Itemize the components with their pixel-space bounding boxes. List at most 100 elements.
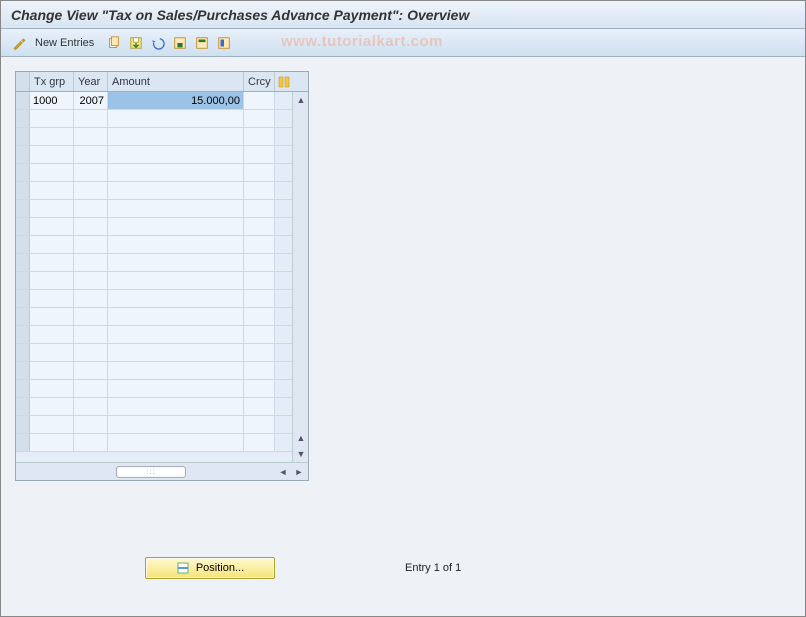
cell-crcy[interactable] (244, 92, 275, 109)
cell-year[interactable] (74, 146, 108, 163)
table-row[interactable] (16, 110, 292, 128)
row-selector[interactable] (16, 92, 30, 109)
cell-txgrp[interactable]: 1000 (30, 92, 74, 109)
cell-crcy[interactable] (244, 398, 275, 415)
cell-amount[interactable] (108, 110, 244, 127)
table-row[interactable] (16, 218, 292, 236)
cell-txgrp[interactable] (30, 326, 74, 343)
cell-txgrp[interactable] (30, 200, 74, 217)
table-row[interactable] (16, 398, 292, 416)
cell-txgrp[interactable] (30, 344, 74, 361)
cell-crcy[interactable] (244, 164, 275, 181)
cell-amount[interactable] (108, 398, 244, 415)
scroll-down-icon-upper[interactable]: ▲ (293, 430, 308, 446)
cell-crcy[interactable] (244, 326, 275, 343)
scroll-left-icon[interactable]: ◄ (276, 465, 290, 479)
cell-amount[interactable] (108, 362, 244, 379)
copy-icon[interactable] (104, 33, 124, 53)
cell-txgrp[interactable] (30, 308, 74, 325)
cell-crcy[interactable] (244, 308, 275, 325)
row-selector[interactable] (16, 218, 30, 235)
wand-icon[interactable] (9, 33, 29, 53)
header-selector[interactable] (16, 72, 30, 91)
table-row[interactable] (16, 344, 292, 362)
saveexit-icon[interactable] (126, 33, 146, 53)
row-selector[interactable] (16, 272, 30, 289)
cell-amount[interactable] (108, 128, 244, 145)
cell-crcy[interactable] (244, 272, 275, 289)
cell-amount[interactable] (108, 254, 244, 271)
row-selector[interactable] (16, 200, 30, 217)
cell-crcy[interactable] (244, 434, 275, 451)
cell-year[interactable] (74, 398, 108, 415)
col-header-year[interactable]: Year (74, 72, 108, 91)
cell-amount[interactable] (108, 218, 244, 235)
table-row[interactable] (16, 272, 292, 290)
row-selector[interactable] (16, 344, 30, 361)
table-row[interactable] (16, 290, 292, 308)
cell-amount[interactable] (108, 236, 244, 253)
cell-crcy[interactable] (244, 110, 275, 127)
table-row[interactable] (16, 236, 292, 254)
table-row[interactable] (16, 380, 292, 398)
cell-txgrp[interactable] (30, 146, 74, 163)
cell-year[interactable] (74, 416, 108, 433)
table-row[interactable] (16, 146, 292, 164)
row-selector[interactable] (16, 110, 30, 127)
cell-txgrp[interactable] (30, 272, 74, 289)
col-header-txgrp[interactable]: Tx grp (30, 72, 74, 91)
cell-amount[interactable] (108, 272, 244, 289)
cell-year[interactable] (74, 290, 108, 307)
table-row[interactable] (16, 128, 292, 146)
cell-year[interactable] (74, 236, 108, 253)
cell-amount[interactable] (108, 380, 244, 397)
select-block-icon[interactable] (214, 33, 234, 53)
cell-year[interactable] (74, 326, 108, 343)
cell-year[interactable] (74, 200, 108, 217)
cell-txgrp[interactable] (30, 110, 74, 127)
table-row[interactable] (16, 182, 292, 200)
table-row[interactable] (16, 434, 292, 452)
row-selector[interactable] (16, 398, 30, 415)
row-selector[interactable] (16, 434, 30, 451)
select-all-icon[interactable] (192, 33, 212, 53)
cell-amount[interactable] (108, 416, 244, 433)
cell-year[interactable] (74, 110, 108, 127)
cell-amount[interactable] (108, 164, 244, 181)
row-selector[interactable] (16, 164, 30, 181)
table-row[interactable] (16, 416, 292, 434)
cell-year[interactable] (74, 434, 108, 451)
cell-crcy[interactable] (244, 344, 275, 361)
new-entries-button[interactable]: New Entries (31, 35, 102, 51)
col-header-crcy[interactable]: Crcy (244, 72, 275, 91)
cell-crcy[interactable] (244, 200, 275, 217)
row-selector[interactable] (16, 308, 30, 325)
cell-year[interactable] (74, 344, 108, 361)
table-row[interactable] (16, 200, 292, 218)
cell-txgrp[interactable] (30, 254, 74, 271)
row-selector[interactable] (16, 380, 30, 397)
table-row[interactable] (16, 326, 292, 344)
cell-crcy[interactable] (244, 416, 275, 433)
save-icon[interactable] (170, 33, 190, 53)
cell-txgrp[interactable] (30, 380, 74, 397)
cell-year[interactable] (74, 380, 108, 397)
table-row[interactable] (16, 164, 292, 182)
table-row[interactable] (16, 254, 292, 272)
row-selector[interactable] (16, 146, 30, 163)
cell-year[interactable] (74, 218, 108, 235)
cell-txgrp[interactable] (30, 398, 74, 415)
cell-txgrp[interactable] (30, 164, 74, 181)
row-selector[interactable] (16, 362, 30, 379)
cell-amount[interactable] (108, 200, 244, 217)
table-row[interactable] (16, 308, 292, 326)
cell-crcy[interactable] (244, 380, 275, 397)
cell-txgrp[interactable] (30, 362, 74, 379)
scroll-up-icon[interactable]: ▲ (293, 92, 308, 108)
row-selector[interactable] (16, 326, 30, 343)
configure-columns-icon[interactable] (275, 72, 293, 91)
cell-year[interactable] (74, 182, 108, 199)
cell-txgrp[interactable] (30, 182, 74, 199)
cell-year[interactable] (74, 272, 108, 289)
row-selector[interactable] (16, 290, 30, 307)
